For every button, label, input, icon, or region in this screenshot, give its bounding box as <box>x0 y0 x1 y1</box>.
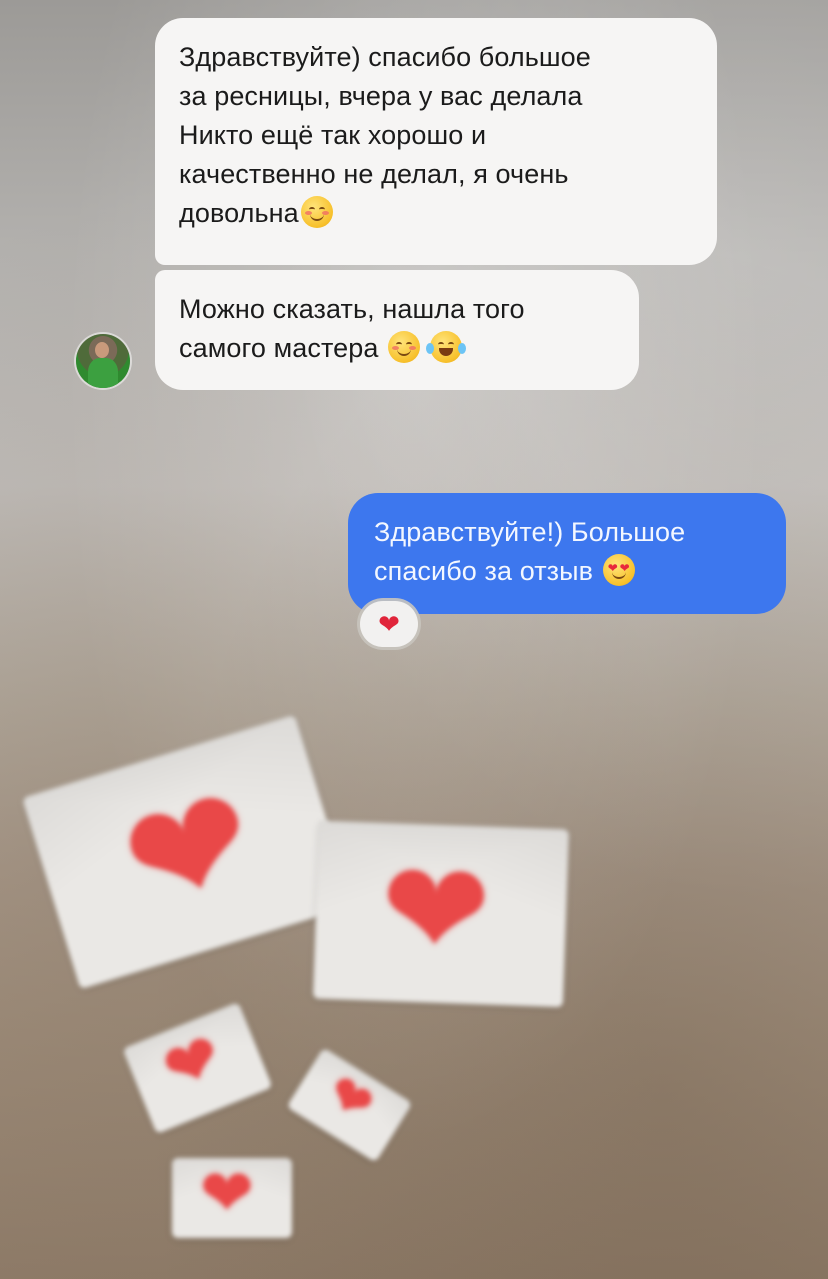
message-line: Никто ещё так хорошо и <box>179 120 487 150</box>
message-line: Можно сказать, нашла того <box>179 294 525 324</box>
heart-eyes-emoji-icon: ❤ ❤ <box>602 554 635 586</box>
heart-icon: ❤ <box>200 1157 254 1229</box>
message-line: качественно не делал, я очень <box>179 159 569 189</box>
smiling-blush-emoji-icon <box>388 331 421 363</box>
incoming-message-2[interactable]: Можно сказать, нашла того самого мастера <box>155 270 639 390</box>
love-letter-icon: ❤ <box>286 1047 413 1163</box>
incoming-message-1[interactable]: Здравствуйте) спасибо большое за ресницы… <box>155 18 717 265</box>
heart-icon: ❤ <box>378 834 493 985</box>
heart-reaction-badge[interactable]: ❤ <box>360 601 418 647</box>
message-line: Здравствуйте) спасибо большое <box>179 42 591 72</box>
outgoing-message[interactable]: Здравствуйте!) Большое спасибо за отзыв … <box>348 493 786 614</box>
sender-avatar[interactable] <box>76 334 130 388</box>
love-letter-icon: ❤ <box>122 1001 273 1135</box>
heart-icon: ❤ <box>378 609 400 639</box>
message-line: довольна <box>179 194 691 233</box>
love-letter-icon: ❤ <box>21 714 354 990</box>
message-line: Здравствуйте!) Большое <box>374 517 686 547</box>
message-line: самого мастера <box>179 329 613 368</box>
love-letter-icon: ❤ <box>312 820 570 1008</box>
message-line: спасибо за отзыв ❤ ❤ <box>374 552 766 591</box>
message-line: за ресницы, вчера у вас делала <box>179 81 583 111</box>
love-letter-icon: ❤ <box>172 1158 292 1238</box>
tears-of-joy-emoji-icon <box>425 331 466 363</box>
relieved-smile-emoji-icon <box>300 196 333 228</box>
